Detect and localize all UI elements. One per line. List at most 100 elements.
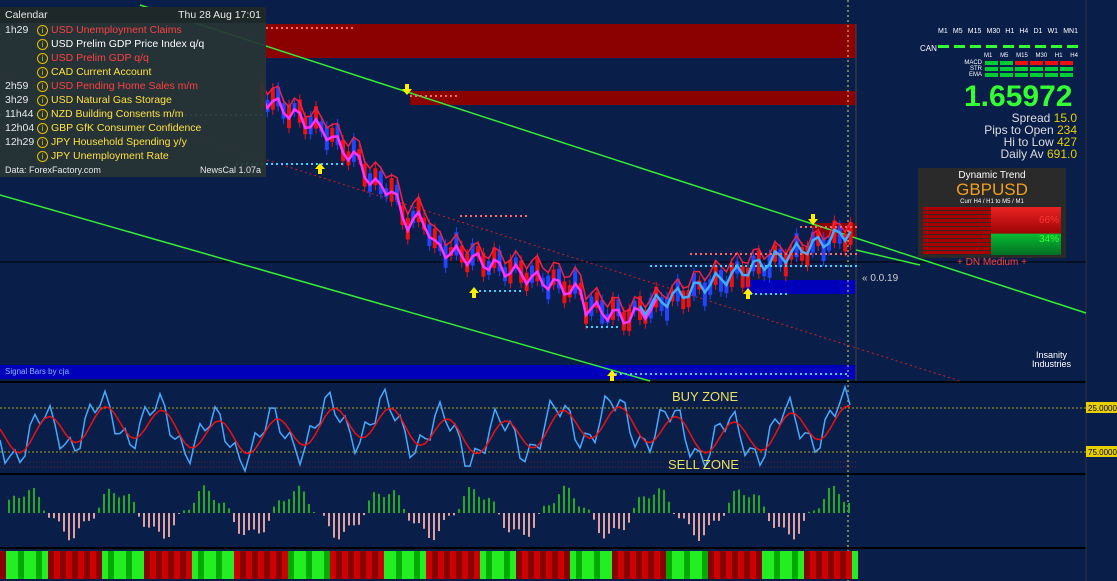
heat-cell xyxy=(378,551,384,579)
support-dots xyxy=(730,373,732,375)
heat-cell xyxy=(630,551,636,579)
heat-cell xyxy=(420,551,426,579)
resistance-dots xyxy=(690,253,692,255)
timeframe-label: H1 xyxy=(1005,28,1015,35)
histogram-bar xyxy=(618,513,620,529)
indicator-cell xyxy=(1000,67,1013,71)
histogram-bar xyxy=(103,493,105,513)
histogram-bar xyxy=(218,503,220,513)
resistance-dots xyxy=(480,215,482,217)
support-dots xyxy=(715,265,717,267)
support-dots xyxy=(820,265,822,267)
heat-cell xyxy=(588,551,594,579)
heat-cell xyxy=(48,551,54,579)
histogram-bar xyxy=(743,495,745,513)
can-bar xyxy=(986,45,998,48)
support-dots xyxy=(765,293,767,295)
histogram-bar xyxy=(443,513,445,520)
histogram-bar xyxy=(148,513,150,528)
support-dots xyxy=(805,265,807,267)
indicator-cell xyxy=(985,61,998,65)
histogram-bar xyxy=(473,489,475,513)
candle-body xyxy=(330,127,335,142)
resistance-dots xyxy=(465,215,467,217)
calendar-event[interactable]: 11h44 i NZD Building Consents m/m xyxy=(0,107,266,121)
histogram-bar xyxy=(548,505,550,513)
histogram-bar xyxy=(813,510,815,513)
histogram-bar xyxy=(88,513,90,521)
histogram-bar xyxy=(633,507,635,513)
histogram-bar xyxy=(108,488,110,513)
heat-cell xyxy=(270,551,276,579)
heat-cell xyxy=(540,551,546,579)
resistance-dots xyxy=(720,253,722,255)
resistance-dots xyxy=(800,226,802,228)
calendar-event[interactable]: 1h29 i USD Unemployment Claims xyxy=(0,23,266,37)
histogram-bar xyxy=(508,513,510,533)
histogram-bar xyxy=(38,497,40,513)
histogram-bar xyxy=(158,513,160,532)
can-label: CAN xyxy=(920,44,937,53)
support-dots xyxy=(509,290,511,292)
calendar-event[interactable]: i JPY Unemployment Rate xyxy=(0,149,266,163)
histogram-bar xyxy=(253,513,255,530)
calendar-datetime: Thu 28 Aug 17:01 xyxy=(178,9,261,21)
support-dots xyxy=(800,265,802,267)
calendar-event[interactable]: i USD Prelim GDP q/q xyxy=(0,51,266,65)
heat-cell xyxy=(690,551,696,579)
histogram-bar xyxy=(658,488,660,513)
heat-cell xyxy=(546,551,552,579)
calendar-event[interactable]: 12h04 i GBP GfK Consumer Confidence xyxy=(0,121,266,135)
histogram-bar xyxy=(363,513,365,516)
resistance-dots xyxy=(271,27,273,29)
histogram-bar xyxy=(248,513,250,531)
support-dots xyxy=(655,373,657,375)
info-icon: i xyxy=(37,80,48,92)
resistance-dots xyxy=(460,215,462,217)
histogram-bar xyxy=(18,498,20,513)
resistance-dots xyxy=(445,95,447,97)
calendar-event[interactable]: 2h59 i USD Pending Home Sales m/m xyxy=(0,79,266,93)
heat-cell xyxy=(462,551,468,579)
heat-cell xyxy=(318,551,324,579)
resistance-dots xyxy=(850,226,852,228)
resistance-dots xyxy=(805,226,807,228)
support-dots xyxy=(705,265,707,267)
heat-cell xyxy=(780,551,786,579)
resistance-dots xyxy=(510,215,512,217)
event-name: NZD Building Consents m/m xyxy=(51,108,184,120)
event-name: USD Prelim GDP Price Index q/q xyxy=(51,38,205,50)
histogram-bar xyxy=(493,501,495,513)
heat-cell xyxy=(432,551,438,579)
support-zone-1 xyxy=(745,280,856,294)
resistance-dots xyxy=(745,253,747,255)
indicator-cell xyxy=(985,73,998,77)
heat-cell xyxy=(222,551,228,579)
calendar-title: Calendar xyxy=(5,9,48,21)
heat-cell xyxy=(714,551,720,579)
histogram-bar xyxy=(458,509,460,513)
heat-cell xyxy=(660,551,666,579)
histogram-bar xyxy=(208,490,210,513)
heat-cell xyxy=(354,551,360,579)
histogram-bar xyxy=(433,513,435,541)
histogram-bar xyxy=(418,513,420,524)
calendar-event[interactable]: 12h29 i JPY Household Spending y/y xyxy=(0,135,266,149)
heat-cell xyxy=(162,551,168,579)
histogram-bar xyxy=(213,499,215,513)
support-dots xyxy=(855,265,857,267)
resistance-dots xyxy=(450,95,452,97)
histogram-bar xyxy=(728,502,730,513)
signal-bars-label: Signal Bars by cja xyxy=(5,367,70,376)
support-dots xyxy=(775,373,777,375)
calendar-event[interactable]: 3h29 i USD Natural Gas Storage xyxy=(0,93,266,107)
histogram-bar xyxy=(838,494,840,513)
resistance-dots xyxy=(805,253,807,255)
resistance-dots xyxy=(835,226,837,228)
calendar-event[interactable]: i CAD Current Account xyxy=(0,65,266,79)
calendar-event[interactable]: i USD Prelim GDP Price Index q/q xyxy=(0,37,266,51)
resistance-dots xyxy=(500,215,502,217)
resistance-dots xyxy=(830,253,832,255)
support-dots xyxy=(700,265,702,267)
support-dots xyxy=(830,373,832,375)
